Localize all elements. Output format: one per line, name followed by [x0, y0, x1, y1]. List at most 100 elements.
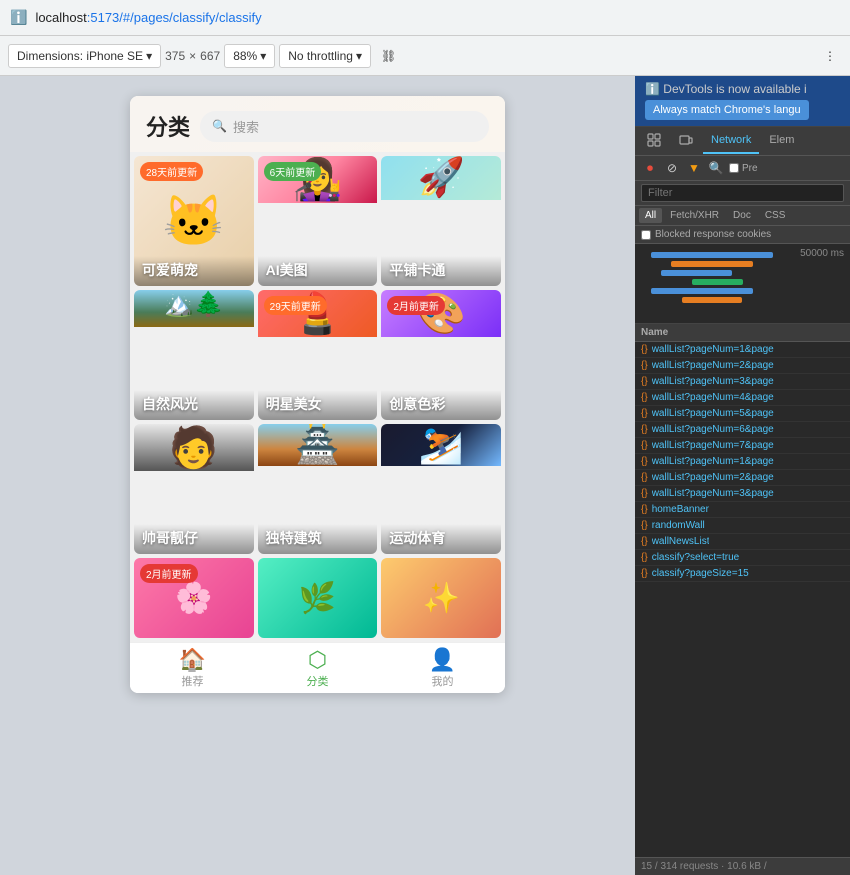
filter-input[interactable] — [641, 184, 844, 202]
table-row[interactable]: {} wallNewsList — [635, 534, 850, 550]
home-icon: 🏠 — [179, 649, 206, 671]
list-item[interactable]: 🌸 2月前更新 — [134, 558, 254, 638]
search-placeholder: 搜索 — [233, 117, 259, 136]
height-field: 667 — [200, 49, 220, 63]
request-icon: {} — [641, 536, 648, 547]
bottom-navigation: 🏠 推荐 ⬡ 分类 👤 我的 — [130, 642, 505, 693]
table-row[interactable]: {} wallList?pageNum=2&page — [635, 358, 850, 374]
request-icon: {} — [641, 488, 648, 499]
list-item[interactable]: 🏯 独特建筑 — [258, 424, 378, 554]
table-row[interactable]: {} classify?pageSize=15 — [635, 566, 850, 582]
list-item[interactable]: ✨ — [381, 558, 501, 638]
request-icon: {} — [641, 392, 648, 403]
more-options-btn[interactable]: ⋮ — [818, 45, 842, 67]
nav-item-home[interactable]: 🏠 推荐 — [130, 649, 255, 689]
blocked-cookies-label: Blocked response cookies — [655, 229, 771, 240]
pre-checkbox[interactable] — [729, 163, 739, 173]
table-row[interactable]: {} wallList?pageNum=2&page — [635, 470, 850, 486]
request-name: randomWall — [652, 520, 705, 531]
filter-tab-doc[interactable]: Doc — [727, 208, 757, 223]
request-name: wallList?pageNum=3&page — [652, 376, 774, 387]
profile-icon: 👤 — [429, 649, 456, 671]
filter-tabs: All Fetch/XHR Doc CSS — [635, 206, 850, 226]
throttling-chevron-icon: ▾ — [356, 49, 362, 63]
nav-item-profile[interactable]: 👤 我的 — [380, 649, 505, 689]
blocked-cookies-checkbox[interactable] — [641, 230, 651, 240]
request-icon: {} — [641, 440, 648, 451]
network-request-list[interactable]: {} wallList?pageNum=1&page {} wallList?p… — [635, 342, 850, 857]
table-row[interactable]: {} wallList?pageNum=3&page — [635, 374, 850, 390]
badge: 2月前更新 — [140, 564, 198, 583]
column-name: Name — [641, 327, 668, 338]
app-header: 分类 🔍 搜索 — [130, 96, 505, 152]
dimensions-dropdown[interactable]: Dimensions: iPhone SE ▾ — [8, 44, 161, 68]
filter-btn[interactable]: ▼ — [685, 159, 703, 177]
search-icon: 🔍 — [212, 119, 227, 133]
match-chrome-btn[interactable]: Always match Chrome's langu — [645, 100, 809, 120]
nav-item-classify[interactable]: ⬡ 分类 — [255, 649, 380, 689]
list-item[interactable]: 🌿 — [258, 558, 378, 638]
nav-label-home: 推荐 — [182, 673, 204, 689]
list-item[interactable]: 🚀 平铺卡通 — [381, 156, 501, 286]
pre-label: Pre — [742, 163, 758, 174]
devtools-footer: 15 / 314 requests · 10.6 kB / — [635, 857, 850, 875]
search-bar[interactable]: 🔍 搜索 — [200, 111, 489, 142]
clear-btn[interactable]: ⊘ — [663, 159, 681, 177]
record-btn[interactable]: ⏺ — [641, 159, 659, 177]
request-icon: {} — [641, 504, 648, 515]
request-icon: {} — [641, 424, 648, 435]
tab-responsive[interactable] — [671, 127, 701, 155]
mobile-preview-area: 分类 🔍 搜索 🐱 28天前更新 可爱萌宠 👩‍🎤 6天前更新 AI美图 — [0, 76, 635, 875]
request-icon: {} — [641, 472, 648, 483]
category-grid: 🐱 28天前更新 可爱萌宠 👩‍🎤 6天前更新 AI美图 🚀 平铺卡通 🏔️🌲 — [130, 152, 505, 642]
throttling-dropdown[interactable]: No throttling ▾ — [279, 44, 371, 68]
filter-tab-all[interactable]: All — [639, 208, 662, 223]
table-row[interactable]: {} homeBanner — [635, 502, 850, 518]
request-name: classify?select=true — [652, 552, 740, 563]
search-network-btn[interactable]: 🔍 — [707, 159, 725, 177]
list-item[interactable]: 🏔️🌲 自然风光 — [134, 290, 254, 420]
devtools-action-toolbar: ⏺ ⊘ ▼ 🔍 Pre — [635, 156, 850, 181]
pre-checkbox-container: Pre — [729, 163, 758, 174]
phone-frame: 分类 🔍 搜索 🐱 28天前更新 可爱萌宠 👩‍🎤 6天前更新 AI美图 — [130, 96, 505, 693]
request-name: classify?pageSize=15 — [652, 568, 749, 579]
table-row[interactable]: {} wallList?pageNum=7&page — [635, 438, 850, 454]
table-row[interactable]: {} wallList?pageNum=3&page — [635, 486, 850, 502]
network-conditions-icon: ⛓ — [381, 49, 396, 63]
list-item[interactable]: 👩‍🎤 6天前更新 AI美图 — [258, 156, 378, 286]
category-label: 运动体育 — [381, 524, 501, 554]
tab-elements-panel[interactable]: Elem — [761, 128, 802, 154]
list-item[interactable]: 🎨 2月前更新 创意色彩 — [381, 290, 501, 420]
list-item[interactable]: 🧑 帅哥靓仔 — [134, 424, 254, 554]
table-row[interactable]: {} wallList?pageNum=4&page — [635, 390, 850, 406]
list-item[interactable]: 💄 29天前更新 明星美女 — [258, 290, 378, 420]
zoom-dropdown[interactable]: 88% ▾ — [224, 44, 275, 68]
page-title: 分类 — [146, 110, 190, 142]
waterfall-chart: 50000 ms — [635, 244, 850, 324]
request-icon: {} — [641, 552, 648, 563]
chevron-down-icon: ▾ — [146, 49, 152, 63]
request-icon: {} — [641, 360, 648, 371]
request-icon: {} — [641, 408, 648, 419]
info-icon: ℹ️ — [645, 82, 660, 96]
category-label: 独特建筑 — [258, 524, 378, 554]
footer-text: 15 / 314 requests · 10.6 kB / — [641, 861, 767, 872]
table-row[interactable]: {} classify?select=true — [635, 550, 850, 566]
tab-elements[interactable] — [639, 127, 669, 155]
network-conditions-btn[interactable]: ⛓ — [375, 45, 402, 67]
request-icon: {} — [641, 344, 648, 355]
table-row[interactable]: {} wallList?pageNum=1&page — [635, 342, 850, 358]
request-name: wallList?pageNum=6&page — [652, 424, 774, 435]
table-row[interactable]: {} wallList?pageNum=1&page — [635, 454, 850, 470]
request-icon: {} — [641, 520, 648, 531]
list-item[interactable]: ⛷️ 运动体育 — [381, 424, 501, 554]
table-row[interactable]: {} wallList?pageNum=5&page — [635, 406, 850, 422]
devtools-panel: ℹ️ DevTools is now available i Always ma… — [635, 76, 850, 875]
table-row[interactable]: {} randomWall — [635, 518, 850, 534]
tab-network[interactable]: Network — [703, 128, 759, 154]
table-row[interactable]: {} wallList?pageNum=6&page — [635, 422, 850, 438]
filter-tab-css[interactable]: CSS — [759, 208, 792, 223]
filter-tab-fetch[interactable]: Fetch/XHR — [664, 208, 725, 223]
dimension-sep: × — [189, 49, 196, 63]
list-item[interactable]: 🐱 28天前更新 可爱萌宠 — [134, 156, 254, 286]
